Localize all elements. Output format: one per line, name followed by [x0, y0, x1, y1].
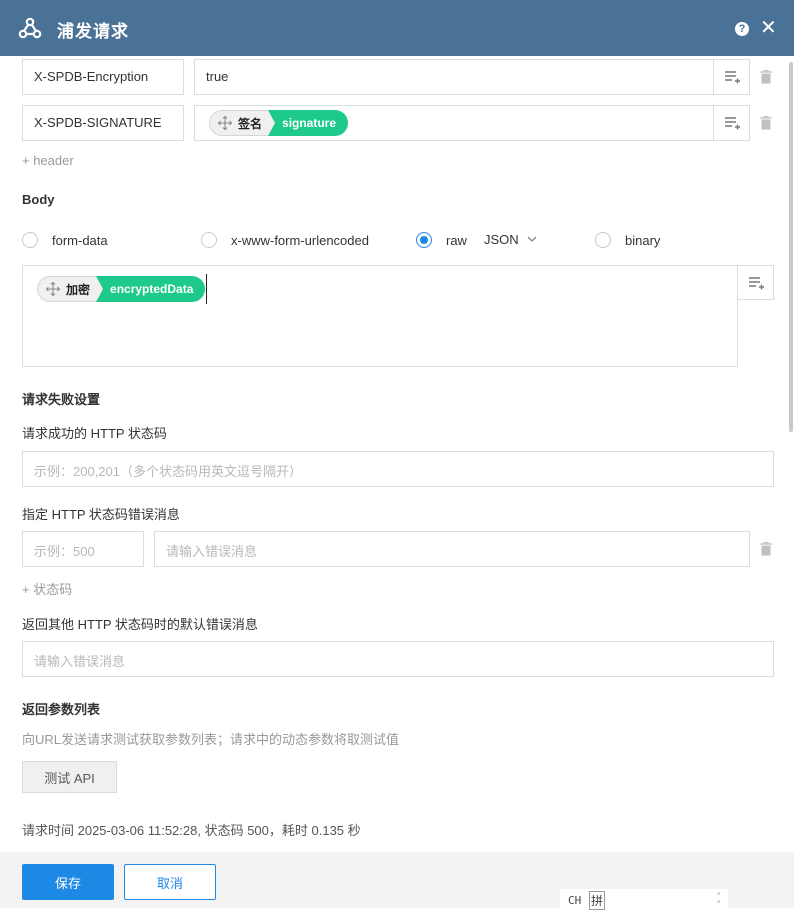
signature-tag[interactable]: 签名 signature: [209, 110, 349, 136]
add-header-link[interactable]: + header: [22, 153, 74, 168]
radio-label[interactable]: binary: [625, 233, 660, 248]
body-editor[interactable]: 加密 encryptedData: [22, 265, 738, 367]
scrollbar[interactable]: [789, 62, 793, 432]
radio-label[interactable]: raw: [446, 233, 467, 248]
text-cursor: [206, 274, 207, 304]
encrypt-tag[interactable]: 加密 encryptedData: [37, 276, 206, 302]
success-code-label: 请求成功的 HTTP 状态码: [22, 426, 167, 441]
tag-value: signature: [268, 110, 349, 136]
request-status-text: 请求时间 2025-03-06 11:52:28, 状态码 500，耗时 0.1…: [22, 823, 361, 838]
params-description: 向URL发送请求测试获取参数列表；请求中的动态参数将取测试值: [22, 732, 400, 747]
move-icon[interactable]: [46, 282, 60, 296]
radio-x-www-form-urlencoded[interactable]: [201, 232, 217, 248]
save-button[interactable]: 保存: [22, 864, 114, 900]
title-bar: 浦发请求 ? ✕: [0, 0, 794, 56]
cancel-button[interactable]: 取消: [124, 864, 216, 900]
close-icon[interactable]: ✕: [760, 17, 777, 39]
header-key-input[interactable]: X-SPDB-SIGNATURE: [22, 105, 184, 141]
tag-value: encryptedData: [96, 276, 206, 302]
params-heading: 返回参数列表: [22, 702, 101, 717]
insert-variable-icon[interactable]: [724, 116, 740, 130]
dialog-title: 浦发请求: [57, 22, 129, 41]
radio-binary[interactable]: [595, 232, 611, 248]
test-api-button[interactable]: 测试 API: [22, 761, 117, 793]
header-value-input[interactable]: true: [194, 59, 750, 95]
insert-variable-button[interactable]: [737, 265, 774, 300]
radio-label[interactable]: form-data: [52, 233, 108, 248]
chevron-down-icon[interactable]: [527, 236, 537, 242]
ime-scroll-icon: ◦ ◦: [716, 890, 722, 908]
header-key-input[interactable]: X-SPDB-Encryption: [22, 59, 184, 95]
radio-form-data[interactable]: [22, 232, 38, 248]
delete-status-code-icon[interactable]: [760, 542, 772, 556]
tag-label: 加密: [66, 282, 91, 297]
divider: [713, 60, 714, 94]
radio-label[interactable]: x-www-form-urlencoded: [231, 233, 369, 248]
ime-indicator[interactable]: CH 拼 ◦ ◦: [560, 889, 728, 910]
tag-label: 签名: [238, 116, 263, 131]
help-icon[interactable]: ?: [735, 22, 749, 36]
insert-variable-icon[interactable]: [724, 70, 740, 84]
format-select[interactable]: JSON: [484, 232, 519, 247]
webhook-logo-icon: [18, 17, 42, 39]
add-status-code-link[interactable]: + 状态码: [22, 579, 72, 598]
default-error-message-input[interactable]: 请输入错误消息: [22, 641, 774, 677]
error-message-input[interactable]: 请输入错误消息: [154, 531, 750, 567]
success-code-input[interactable]: 示例：200,201（多个状态码用英文逗号隔开）: [22, 451, 774, 487]
move-icon[interactable]: [218, 116, 232, 130]
failure-heading: 请求失败设置: [22, 392, 101, 407]
default-msg-label: 返回其他 HTTP 状态码时的默认错误消息: [22, 617, 258, 632]
radio-raw[interactable]: [416, 232, 432, 248]
status-code-input[interactable]: 示例：500: [22, 531, 144, 567]
error-msg-label: 指定 HTTP 状态码错误消息: [22, 507, 180, 522]
delete-header-icon[interactable]: [760, 116, 772, 130]
ime-language: CH: [568, 894, 582, 907]
divider: [713, 106, 714, 140]
body-heading: Body: [22, 192, 55, 207]
header-value-input[interactable]: 签名 signature: [194, 105, 750, 141]
ime-mode: 拼: [589, 891, 606, 910]
insert-variable-icon: [749, 277, 764, 290]
delete-header-icon[interactable]: [760, 70, 772, 84]
